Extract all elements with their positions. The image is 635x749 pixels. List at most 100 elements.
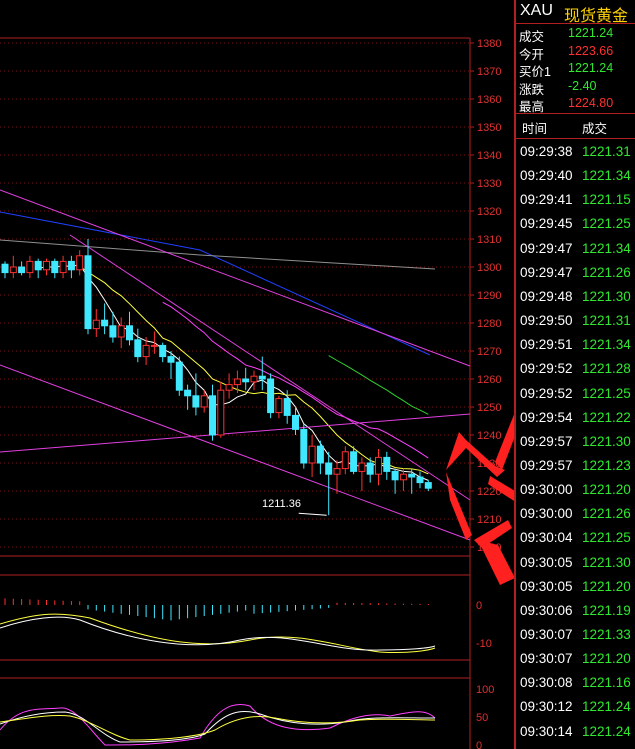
tick-time: 09:29:52	[520, 385, 573, 401]
tick-time: 09:30:07	[520, 627, 573, 642]
quote-value: 1223.66	[568, 43, 614, 58]
tick-price: 1221.16	[582, 675, 631, 691]
tick-row[interactable]: 09:29:52 1221.28	[516, 358, 635, 382]
trendline	[0, 413, 471, 453]
low-marker	[298, 512, 327, 516]
kdj-axis-label: 100	[476, 684, 494, 696]
candle-body	[250, 375, 258, 383]
candle-body	[59, 260, 67, 274]
tick-price: 1221.22	[582, 409, 631, 425]
candle-body	[391, 470, 399, 481]
price-axis-label: 1250	[477, 402, 501, 414]
candle-body	[333, 468, 341, 475]
ticks-price-header: 成交	[582, 122, 608, 136]
kdj-j-line	[0, 704, 436, 746]
price-axis-label: 1260	[477, 374, 501, 386]
tick-price: 1221.25	[582, 216, 631, 232]
tick-row[interactable]: 09:29:51 1221.34	[516, 334, 635, 358]
tick-price: 1221.25	[582, 530, 631, 546]
candle-body	[101, 319, 109, 327]
price-axis-label: 1380	[477, 38, 501, 50]
tick-row[interactable]: 09:30:00 1221.26	[516, 503, 635, 527]
symbol-code: XAU	[520, 2, 553, 19]
tick-row[interactable]: 09:29:45 1221.25	[516, 213, 635, 237]
candle-body	[126, 325, 133, 341]
tick-row[interactable]: 09:29:41 1221.15	[516, 189, 635, 213]
price-axis-label: 1210	[477, 514, 501, 526]
tick-row[interactable]: 09:29:54 1221.22	[516, 407, 635, 431]
candle-body	[209, 395, 216, 436]
divider	[516, 113, 635, 114]
candle-body	[159, 344, 167, 358]
tick-price: 1221.34	[582, 337, 631, 353]
tick-row[interactable]: 09:30:06 1221.19	[516, 600, 635, 624]
candle-body	[175, 361, 183, 391]
candle-body	[117, 325, 125, 338]
tick-row[interactable]: 09:29:47 1221.34	[516, 238, 635, 262]
tick-row[interactable]: 09:29:57 1221.23	[516, 455, 635, 479]
tick-time: 09:30:04	[520, 530, 573, 546]
tick-price: 1221.24	[582, 699, 631, 715]
ma40-line	[328, 355, 429, 415]
candle-body	[18, 266, 26, 274]
trendline	[69, 234, 471, 501]
candle-body	[383, 456, 391, 472]
tick-row[interactable]: 09:30:14 1221.24	[516, 721, 635, 745]
tick-price: 1221.30	[582, 554, 631, 570]
macd-dea-line	[0, 613, 436, 653]
candle-body	[225, 384, 233, 391]
tick-row[interactable]: 09:30:07 1221.20	[516, 648, 635, 672]
tick-row[interactable]: 09:30:05 1221.30	[516, 552, 635, 576]
tick-time: 09:29:57	[520, 433, 573, 449]
tick-row[interactable]: 09:30:07 1221.33	[516, 624, 635, 648]
candle-body	[366, 462, 374, 475]
tick-row[interactable]: 09:29:40 1221.34	[516, 165, 635, 189]
tick-price: 1221.25	[582, 385, 631, 401]
tick-price: 1221.33	[582, 627, 631, 642]
candle-body	[325, 462, 333, 475]
macd-axis-label: 0	[476, 600, 482, 612]
quote-value: 1221.24	[568, 61, 614, 75]
tick-row[interactable]: 09:30:05 1221.20	[516, 576, 635, 600]
tick-time: 09:30:00	[520, 506, 573, 522]
trendline	[0, 189, 471, 367]
price-axis-label: 1310	[477, 234, 501, 246]
tick-price: 1221.20	[582, 578, 631, 594]
candle-body	[76, 255, 84, 271]
candle-body	[358, 462, 366, 472]
quote-row: 买价1 1221.24	[516, 60, 635, 79]
candle-body	[26, 260, 34, 274]
candle-body	[84, 255, 92, 330]
tick-time: 09:30:07	[520, 651, 573, 667]
quote-value: -2.40	[568, 78, 597, 93]
tick-time: 09:29:50	[520, 313, 573, 329]
ticks-time-header: 时间	[522, 122, 548, 136]
price-axis-label: 1320	[477, 206, 501, 218]
kline-chart[interactable]: 1380 1370 1360 1350 1340 1330 1320 1310 1300 1290…	[0, 0, 604, 749]
tick-row[interactable]: 09:30:04 1221.25	[516, 527, 635, 551]
price-axis-label: 1230	[477, 458, 501, 470]
tick-price: 1221.31	[582, 144, 631, 159]
divider	[516, 138, 635, 139]
symbol-header: XAU 现货黄金	[516, 0, 635, 25]
tick-time: 09:29:41	[520, 192, 573, 208]
candle-body	[341, 451, 349, 470]
tick-row[interactable]: 09:29:47 1221.26	[516, 262, 635, 286]
tick-row[interactable]: 09:29:38 1221.31	[516, 141, 635, 165]
tick-price: 1221.30	[582, 288, 631, 304]
kdj-d-line	[0, 714, 436, 741]
tick-row[interactable]: 09:29:52 1221.25	[516, 383, 635, 407]
candle-body	[275, 398, 283, 414]
tick-row[interactable]: 09:30:08 1221.16	[516, 672, 635, 696]
tick-row[interactable]: 09:30:12 1221.24	[516, 696, 635, 720]
tick-row[interactable]: 09:29:57 1221.30	[516, 431, 635, 455]
candle-body	[258, 375, 266, 380]
tick-row[interactable]: 09:29:50 1221.31	[516, 310, 635, 334]
candle-body	[92, 319, 100, 330]
tick-price: 1221.23	[582, 457, 631, 473]
tick-row[interactable]: 09:30:00 1221.20	[516, 479, 635, 503]
price-axis-label: 1330	[477, 178, 501, 190]
tick-time: 09:30:14	[520, 723, 573, 739]
price-axis-label: 1370	[477, 66, 501, 78]
tick-row[interactable]: 09:29:48 1221.30	[516, 286, 635, 310]
